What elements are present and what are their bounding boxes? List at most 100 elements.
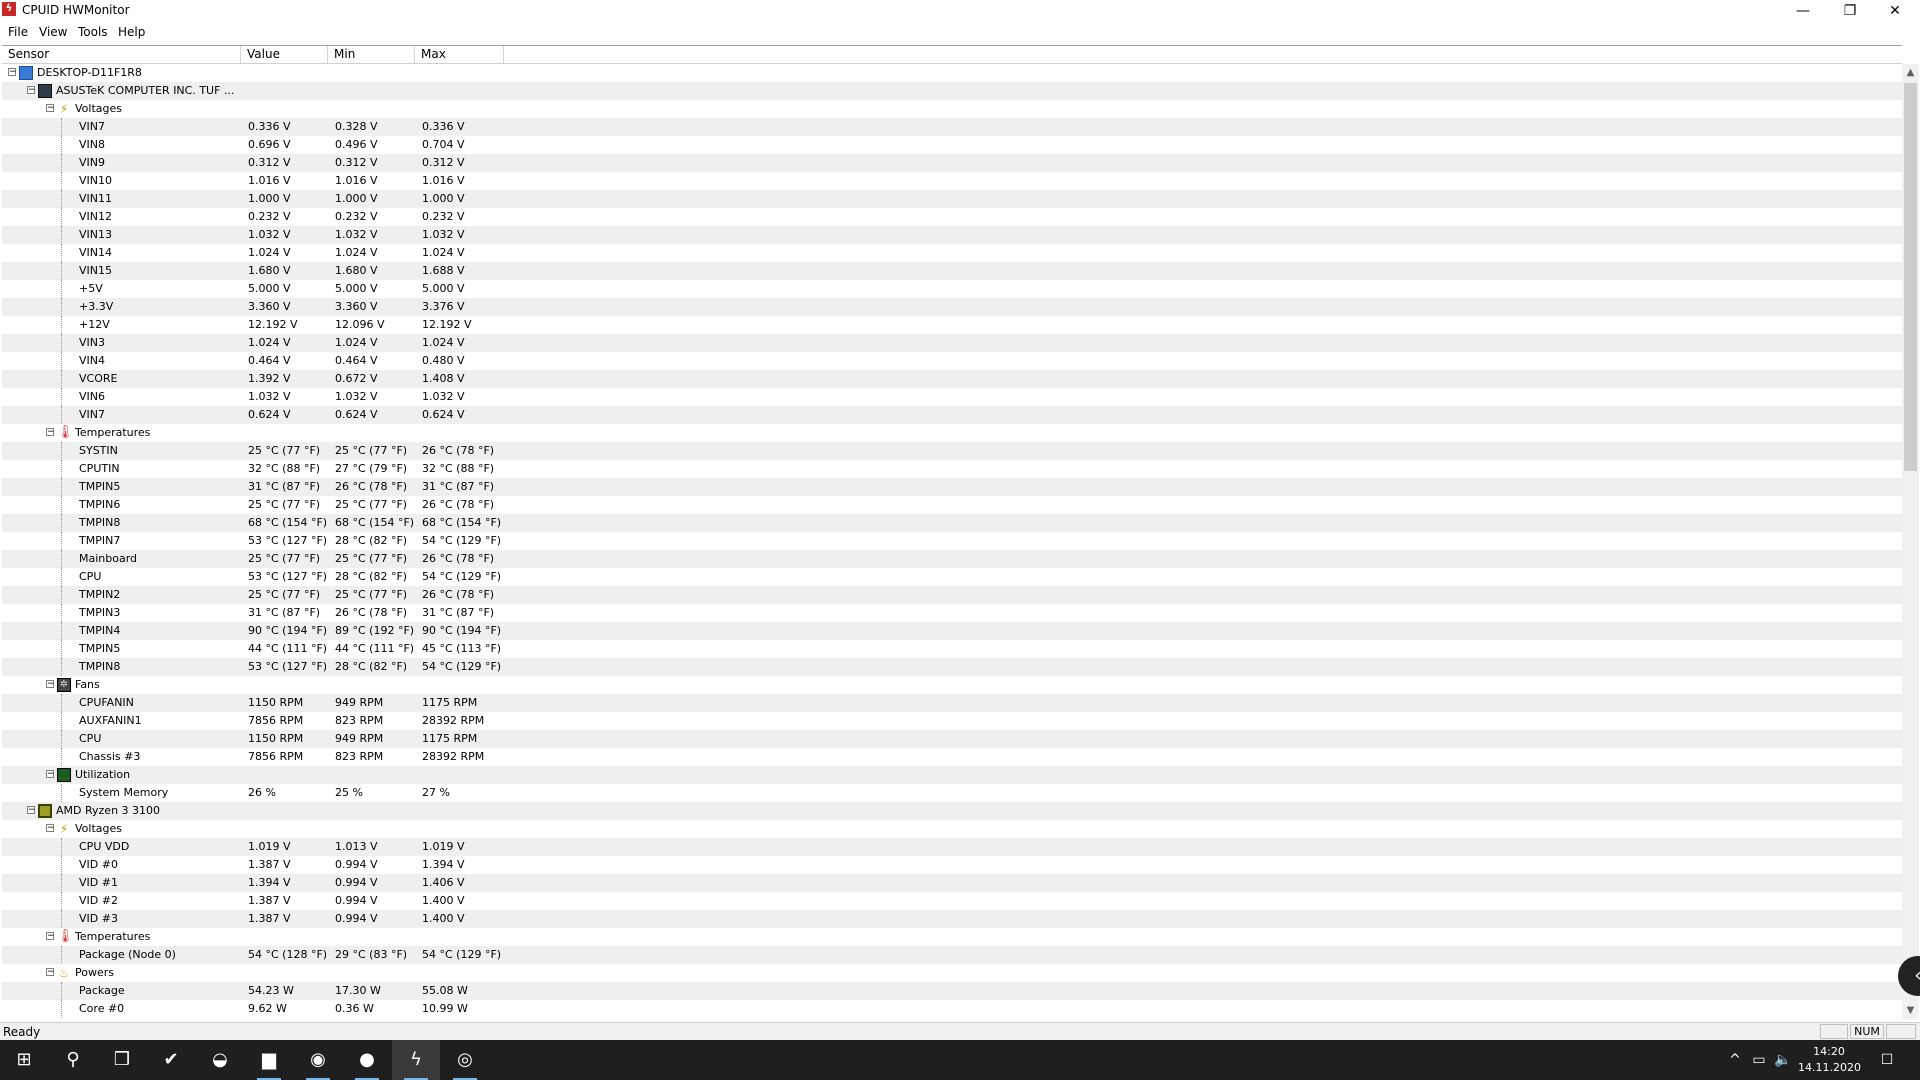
sensor-row[interactable]: +3.3V 3.360 V 3.360 V 3.376 V xyxy=(2,298,1902,316)
sensor-row[interactable]: TMPIN6 25 °C (77 °F) 25 °C (77 °F) 26 °C (7… xyxy=(2,496,1902,514)
sensor-row[interactable]: VID #1 1.394 V 0.994 V 1.406 V xyxy=(2,874,1902,892)
sensor-row[interactable]: VIN15 1.680 V 1.680 V 1.688 V xyxy=(2,262,1902,280)
sensor-row[interactable]: VIN8 0.696 V 0.496 V 0.704 V xyxy=(2,136,1902,154)
collapse-toggle-icon[interactable]: − xyxy=(46,428,55,437)
sensor-row[interactable]: Mainboard 25 °C (77 °F) 25 °C (77 °F) 26 °C… xyxy=(2,550,1902,568)
scroll-thumb[interactable] xyxy=(1904,83,1917,471)
volume-icon[interactable]: 🔈 xyxy=(1772,1040,1794,1080)
node-label: DESKTOP-D11F1R8 xyxy=(37,66,142,79)
collapse-toggle-icon[interactable]: − xyxy=(46,104,55,113)
column-max[interactable]: Max xyxy=(415,46,504,63)
scroll-up-arrow-icon[interactable]: ▲ xyxy=(1902,64,1919,81)
steam-icon[interactable]: ◒ xyxy=(196,1040,244,1080)
sensor-name: TMPIN7 xyxy=(79,534,121,547)
collapse-toggle-icon[interactable]: − xyxy=(27,806,36,815)
sensor-row[interactable]: TMPIN4 90 °C (194 °F) 89 °C (192 °F) 90 °C … xyxy=(2,622,1902,640)
sensor-row[interactable]: Core #0 9.62 W 0.36 W 10.99 W xyxy=(2,1000,1902,1018)
menu-view[interactable]: View xyxy=(39,25,67,39)
sensor-row[interactable]: VIN11 1.000 V 1.000 V 1.000 V xyxy=(2,190,1902,208)
sensor-row[interactable]: TMPIN2 25 °C (77 °F) 25 °C (77 °F) 26 °C (7… xyxy=(2,586,1902,604)
sensor-row[interactable]: TMPIN7 53 °C (127 °F) 28 °C (82 °F) 54 °C (… xyxy=(2,532,1902,550)
column-value[interactable]: Value xyxy=(241,46,328,63)
close-button[interactable]: ✕ xyxy=(1873,0,1917,22)
sensor-row[interactable]: VIN4 0.464 V 0.464 V 0.480 V xyxy=(2,352,1902,370)
sensor-row[interactable]: VID #3 1.387 V 0.994 V 1.400 V xyxy=(2,910,1902,928)
sensor-row[interactable]: VID #2 1.387 V 0.994 V 1.400 V xyxy=(2,892,1902,910)
sensor-row[interactable]: VIN7 0.336 V 0.328 V 0.336 V xyxy=(2,118,1902,136)
sensor-row[interactable]: VIN13 1.032 V 1.032 V 1.032 V xyxy=(2,226,1902,244)
sensor-row[interactable]: TMPIN5 44 °C (111 °F) 44 °C (111 °F) 45 °C … xyxy=(2,640,1902,658)
search-icon[interactable]: ⚲ xyxy=(49,1040,97,1080)
sensor-row[interactable]: VIN12 0.232 V 0.232 V 0.232 V xyxy=(2,208,1902,226)
tree-node[interactable]: − 🌡 Temperatures xyxy=(2,928,1902,946)
menu-help[interactable]: Help xyxy=(118,25,145,39)
sensor-value: 25 °C (77 °F) xyxy=(248,588,321,601)
sensor-row[interactable]: TMPIN8 53 °C (127 °F) 28 °C (82 °F) 54 °C (… xyxy=(2,658,1902,676)
tree-connector xyxy=(61,442,62,460)
collapse-toggle-icon[interactable]: − xyxy=(46,968,55,977)
sensor-row[interactable]: VIN3 1.024 V 1.024 V 1.024 V xyxy=(2,334,1902,352)
edge-icon[interactable]: ◉ xyxy=(294,1040,342,1080)
sensor-row[interactable]: TMPIN3 31 °C (87 °F) 26 °C (78 °F) 31 °C (8… xyxy=(2,604,1902,622)
column-min[interactable]: Min xyxy=(328,46,415,63)
sensor-row[interactable]: VIN14 1.024 V 1.024 V 1.024 V xyxy=(2,244,1902,262)
scroll-down-arrow-icon[interactable]: ▼ xyxy=(1902,1002,1919,1019)
sensor-row[interactable]: CPUFANIN 1150 RPM 949 RPM 1175 RPM xyxy=(2,694,1902,712)
clock[interactable]: 14:20 14.11.2020 xyxy=(1798,1044,1861,1076)
collapse-toggle-icon[interactable]: − xyxy=(46,770,55,779)
collapse-toggle-icon[interactable]: − xyxy=(46,932,55,941)
tray-chevron-icon[interactable]: ^ xyxy=(1726,1040,1744,1080)
sensor-row[interactable]: TMPIN5 31 °C (87 °F) 26 °C (78 °F) 31 °C (8… xyxy=(2,478,1902,496)
sensor-row[interactable]: Package (Node 0) 54 °C (128 °F) 29 °C (83 … xyxy=(2,946,1902,964)
menu-file[interactable]: File xyxy=(8,25,28,39)
tree-node[interactable]: − ♨ Powers xyxy=(2,964,1902,982)
collapse-toggle-icon[interactable]: − xyxy=(46,824,55,833)
tree-node[interactable]: − ✲ Fans xyxy=(2,676,1902,694)
sensor-row[interactable]: AUXFANIN1 7856 RPM 823 RPM 28392 RPM xyxy=(2,712,1902,730)
minimize-button[interactable]: — xyxy=(1781,0,1825,22)
tree-node[interactable]: − ASUSTeK COMPUTER INC. TUF ... xyxy=(2,82,1902,100)
sensor-row[interactable]: TMPIN8 68 °C (154 °F) 68 °C (154 °F) 68 °C … xyxy=(2,514,1902,532)
tree-node[interactable]: − ⚡ Voltages xyxy=(2,820,1902,838)
sensor-tree[interactable]: − DESKTOP-D11F1R8− ASUSTeK COMPUTER INC. T… xyxy=(2,64,1902,1019)
restore-button[interactable]: ❐ xyxy=(1828,0,1872,22)
media-player-icon[interactable]: ● xyxy=(343,1040,391,1080)
tree-node[interactable]: − DESKTOP-D11F1R8 xyxy=(2,64,1902,82)
hwmonitor-taskbar-icon[interactable]: ϟ xyxy=(392,1040,440,1080)
task-view-icon[interactable]: ❒ xyxy=(98,1040,146,1080)
sensor-row[interactable]: VIN10 1.016 V 1.016 V 1.016 V xyxy=(2,172,1902,190)
sensor-min: 25 °C (77 °F) xyxy=(335,588,408,601)
start-icon[interactable]: ⊞ xyxy=(0,1040,48,1080)
tree-node[interactable]: − AMD Ryzen 3 3100 xyxy=(2,802,1902,820)
tree-node[interactable]: − ⚡ Voltages xyxy=(2,100,1902,118)
collapse-toggle-icon[interactable]: − xyxy=(46,680,55,689)
sensor-row[interactable]: VIN7 0.624 V 0.624 V 0.624 V xyxy=(2,406,1902,424)
collapse-toggle-icon[interactable]: − xyxy=(8,68,17,77)
sensor-row[interactable]: CPU 1150 RPM 949 RPM 1175 RPM xyxy=(2,730,1902,748)
sensor-row[interactable]: VIN9 0.312 V 0.312 V 0.312 V xyxy=(2,154,1902,172)
tree-node[interactable]: − 🌡 Temperatures xyxy=(2,424,1902,442)
sensor-row[interactable]: VCORE 1.392 V 0.672 V 1.408 V xyxy=(2,370,1902,388)
sensor-row[interactable]: SYSTIN 25 °C (77 °F) 25 °C (77 °F) 26 °C (7… xyxy=(2,442,1902,460)
file-explorer-icon[interactable]: ▆ xyxy=(245,1040,293,1080)
column-sensor[interactable]: Sensor xyxy=(2,46,241,63)
network-icon[interactable]: ▭ xyxy=(1748,1040,1770,1080)
checkmark-app-icon[interactable]: ✔ xyxy=(147,1040,195,1080)
sensor-name: TMPIN3 xyxy=(79,606,121,619)
collapse-toggle-icon[interactable]: − xyxy=(27,86,36,95)
notification-icon[interactable]: ☐ xyxy=(1872,1040,1902,1080)
sensor-row[interactable]: VIN6 1.032 V 1.032 V 1.032 V xyxy=(2,388,1902,406)
sensor-row[interactable]: +12V 12.192 V 12.096 V 12.192 V xyxy=(2,316,1902,334)
vertical-scrollbar[interactable]: ▲ ▼ xyxy=(1902,64,1919,1019)
browser-icon[interactable]: ◎ xyxy=(441,1040,489,1080)
sensor-row[interactable]: CPU 53 °C (127 °F) 28 °C (82 °F) 54 °C (129… xyxy=(2,568,1902,586)
menu-tools[interactable]: Tools xyxy=(78,25,108,39)
sensor-row[interactable]: Chassis #3 7856 RPM 823 RPM 28392 RPM xyxy=(2,748,1902,766)
tree-node[interactable]: − Utilization xyxy=(2,766,1902,784)
sensor-row[interactable]: +5V 5.000 V 5.000 V 5.000 V xyxy=(2,280,1902,298)
sensor-row[interactable]: CPUTIN 32 °C (88 °F) 27 °C (79 °F) 32 °C (8… xyxy=(2,460,1902,478)
sensor-row[interactable]: VID #0 1.387 V 0.994 V 1.394 V xyxy=(2,856,1902,874)
sensor-row[interactable]: Package 54.23 W 17.30 W 55.08 W xyxy=(2,982,1902,1000)
sensor-row[interactable]: System Memory 26 % 25 % 27 % xyxy=(2,784,1902,802)
sensor-row[interactable]: CPU VDD 1.019 V 1.013 V 1.019 V xyxy=(2,838,1902,856)
